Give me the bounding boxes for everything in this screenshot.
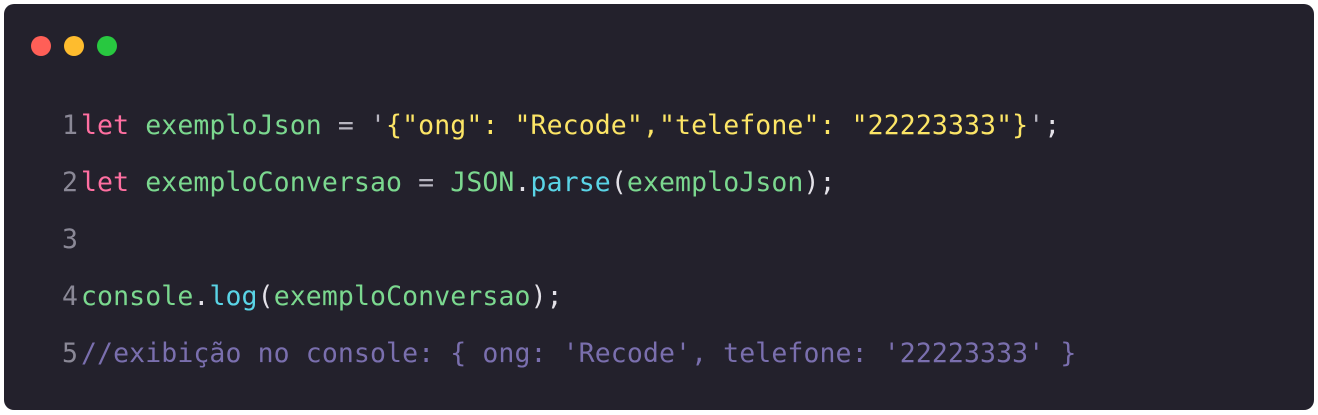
close-dot-icon[interactable]: [31, 36, 51, 56]
window-controls: [31, 36, 117, 56]
code-token-operator: =: [418, 167, 451, 198]
code-token-variable: JSON: [450, 167, 515, 198]
code-token-plain: .: [193, 281, 210, 312]
line-content: console.log(exemploConversao);: [81, 268, 563, 325]
code-token-method: log: [209, 281, 258, 312]
code-window: 1 let exemploJson = '{"ong": "Recode","te…: [4, 4, 1314, 410]
line-number: 3: [61, 224, 78, 255]
code-token-operator: =: [337, 110, 370, 141]
code-token-variable: console: [81, 281, 194, 312]
line-number: 4: [61, 281, 78, 312]
code-token-string: {"ong": "Recode","telefone": "22223333"}: [386, 110, 1029, 141]
code-line: 4 console.log(exemploConversao);: [48, 268, 1076, 325]
code-token-method: parse: [530, 167, 611, 198]
line-number: 1: [61, 110, 78, 141]
line-content: //exibição no console: { ong: 'Recode', …: [81, 325, 1076, 382]
line-content: let exemploJson = '{"ong": "Recode","tel…: [81, 97, 1060, 154]
code-line: 2 let exemploConversao = JSON.parse(exemp…: [48, 154, 1076, 211]
line-number: 5: [61, 338, 78, 369]
code-token-plain: .: [514, 167, 531, 198]
code-token-variable: exemploConversao: [273, 281, 531, 312]
code-token-plain: (: [257, 281, 274, 312]
code-token-plain: );: [803, 167, 836, 198]
code-token-variable: exemploJson: [626, 167, 804, 198]
code-line: 3: [48, 211, 1076, 268]
code-token-plain: ;: [1044, 110, 1061, 141]
maximize-dot-icon[interactable]: [97, 36, 117, 56]
line-number: 2: [61, 167, 78, 198]
code-token-operator: ': [1028, 110, 1045, 141]
code-token-operator: ': [369, 110, 387, 141]
code-token-variable: exemploConversao: [145, 167, 419, 198]
code-token-plain: (: [610, 167, 627, 198]
code-token-variable: exemploJson: [145, 110, 338, 141]
code-token-comment: //exibição no console: { ong: 'Recode', …: [81, 338, 1077, 369]
code-line: 5//exibição no console: { ong: 'Recode',…: [48, 325, 1076, 382]
line-content: let exemploConversao = JSON.parse(exempl…: [81, 154, 836, 211]
code-block: 1 let exemploJson = '{"ong": "Recode","te…: [48, 97, 1076, 382]
code-token-plain: );: [530, 281, 563, 312]
minimize-dot-icon[interactable]: [64, 36, 84, 56]
code-line: 1 let exemploJson = '{"ong": "Recode","te…: [48, 97, 1076, 154]
code-token-keyword: let: [81, 167, 146, 198]
code-token-keyword: let: [81, 110, 146, 141]
